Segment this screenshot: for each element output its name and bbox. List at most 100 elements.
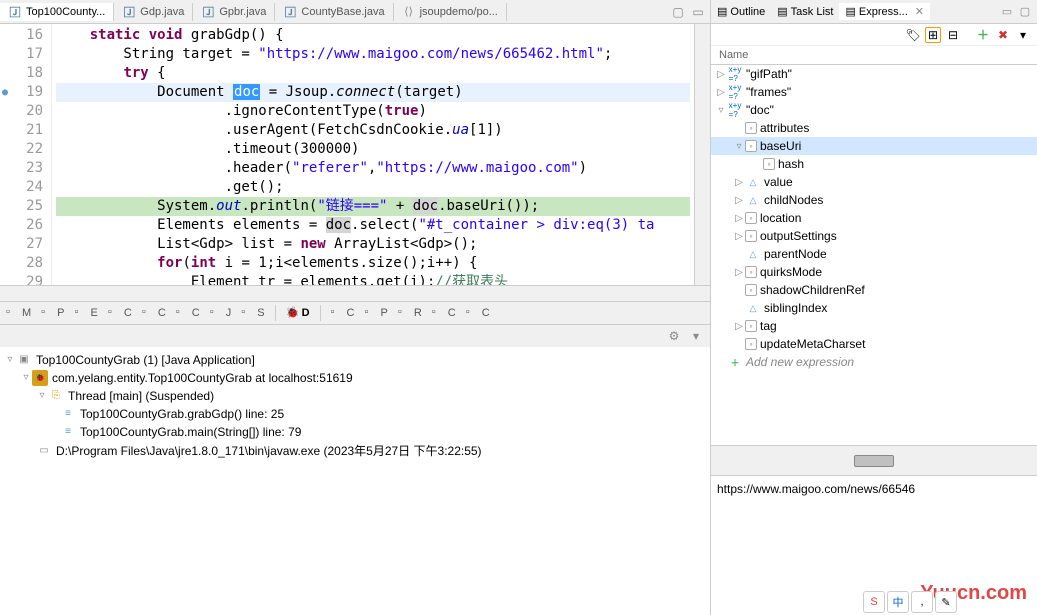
expression-item[interactable]: ▷◦quirksMode bbox=[711, 263, 1037, 281]
toolbar-button[interactable]: ▫C bbox=[331, 306, 355, 320]
twisty-icon[interactable] bbox=[733, 285, 745, 296]
collapse-all-icon[interactable]: ⊟ bbox=[945, 27, 961, 43]
line-number: 16 bbox=[2, 26, 43, 45]
twisty-icon[interactable] bbox=[733, 303, 745, 314]
add-expression-icon[interactable]: ＋ bbox=[975, 27, 991, 43]
editor-tab[interactable]: ⟨⟩jsoupdemo/po... bbox=[394, 3, 507, 21]
thread-icon: ⎘ bbox=[48, 388, 64, 404]
expression-item[interactable]: ▷◦outputSettings bbox=[711, 227, 1037, 245]
target-label: com.yelang.entity.Top100CountyGrab at lo… bbox=[52, 371, 353, 385]
expression-item[interactable]: ◦shadowChildrenRef bbox=[711, 281, 1037, 299]
show-logical-icon[interactable]: ⊞ bbox=[925, 27, 941, 43]
expression-item[interactable]: ▷x+y=?"frames" bbox=[711, 83, 1037, 101]
expression-item[interactable]: △parentNode bbox=[711, 245, 1037, 263]
expression-item[interactable]: ▿◦baseUri bbox=[711, 137, 1037, 155]
expression-label: siblingIndex bbox=[764, 301, 827, 315]
maximize-icon[interactable]: ▢ bbox=[1017, 4, 1033, 20]
twisty-icon[interactable]: ▷ bbox=[733, 231, 745, 242]
twisty-icon[interactable]: ▷ bbox=[715, 87, 727, 98]
expression-label: parentNode bbox=[764, 247, 827, 261]
twisty-icon[interactable]: ▷ bbox=[733, 213, 745, 224]
line-number: 24 bbox=[2, 178, 43, 197]
twisty-icon[interactable]: ▷ bbox=[733, 321, 745, 332]
expression-item[interactable]: ▷◦location bbox=[711, 209, 1037, 227]
debug-tool-2-icon[interactable]: ▾ bbox=[688, 328, 704, 344]
twisty-icon[interactable] bbox=[751, 159, 763, 170]
expression-item[interactable]: ▿x+y=?"doc" bbox=[711, 101, 1037, 119]
toolbar-button[interactable]: ▫S bbox=[241, 306, 264, 320]
line-number: 27 bbox=[2, 235, 43, 254]
twisty-icon[interactable] bbox=[733, 339, 745, 350]
view-tab-label: Outline bbox=[730, 6, 765, 18]
editor-tabs: 🄹Top100County...🄹Gdp.java🄹Gpbr.java🄹Coun… bbox=[0, 0, 710, 24]
toolbar-button[interactable]: ▫C bbox=[432, 306, 456, 320]
toolbar-button[interactable]: ▫P bbox=[41, 306, 64, 320]
editor-tab[interactable]: 🄹CountyBase.java bbox=[275, 3, 393, 21]
toolbar-button[interactable]: ▫J bbox=[210, 306, 232, 320]
maximize-icon[interactable]: ▢ bbox=[670, 4, 686, 20]
twisty-icon[interactable] bbox=[715, 357, 727, 368]
view-menu-icon[interactable]: ▾ bbox=[1015, 27, 1031, 43]
expressions-tree: ▷x+y=?"gifPath"▷x+y=?"frames"▿x+y=?"doc"… bbox=[711, 65, 1037, 445]
twisty-icon[interactable] bbox=[733, 249, 745, 260]
toolbar-button[interactable]: ▫P bbox=[364, 306, 387, 320]
expression-item[interactable]: ▷△childNodes bbox=[711, 191, 1037, 209]
line-number: 29 bbox=[2, 273, 43, 285]
line-number: 17 bbox=[2, 45, 43, 64]
debug-tool-1-icon[interactable]: ⚙ bbox=[666, 328, 682, 344]
toolbar-button[interactable]: ▫R bbox=[398, 306, 422, 320]
view-tab[interactable]: ▤Express...✕ bbox=[839, 3, 930, 20]
expression-label: childNodes bbox=[764, 193, 823, 207]
expression-item[interactable]: ◦updateMetaCharset bbox=[711, 335, 1037, 353]
close-icon[interactable]: ✕ bbox=[915, 5, 924, 18]
line-number: 25 bbox=[2, 197, 43, 216]
expression-item[interactable]: ▷◦tag bbox=[711, 317, 1037, 335]
twisty-icon[interactable]: ▷ bbox=[733, 177, 745, 188]
twisty-icon[interactable]: ▿ bbox=[20, 372, 32, 383]
editor-tab[interactable]: 🄹Gdp.java bbox=[114, 3, 193, 21]
toolbar-button[interactable]: ▫M bbox=[6, 306, 31, 320]
twisty-icon[interactable]: ▷ bbox=[733, 195, 745, 206]
expression-item[interactable]: ◦hash bbox=[711, 155, 1037, 173]
expression-item[interactable]: ▷x+y=?"gifPath" bbox=[711, 65, 1037, 83]
editor-tab[interactable]: 🄹Gpbr.java bbox=[193, 3, 275, 21]
twisty-icon[interactable] bbox=[733, 123, 745, 134]
toolbar-button[interactable]: ▫C bbox=[176, 306, 200, 320]
add-expression-row[interactable]: ＋Add new expression bbox=[711, 353, 1037, 371]
expression-item[interactable]: ▷△value bbox=[711, 173, 1037, 191]
twisty-icon[interactable]: ▿ bbox=[733, 141, 745, 152]
expression-item[interactable]: ◦attributes bbox=[711, 119, 1037, 137]
twisty-icon[interactable]: ▿ bbox=[715, 105, 727, 116]
vertical-scrollbar[interactable] bbox=[694, 24, 710, 285]
frame-label[interactable]: Top100CountyGrab.grabGdp() line: 25 bbox=[80, 407, 284, 421]
twisty-icon[interactable]: ▷ bbox=[715, 69, 727, 80]
editor-tab[interactable]: 🄹Top100County... bbox=[0, 3, 114, 21]
twisty-icon[interactable]: ▷ bbox=[733, 267, 745, 278]
expression-item[interactable]: △siblingIndex bbox=[711, 299, 1037, 317]
twisty-icon[interactable]: ▿ bbox=[4, 354, 16, 365]
view-tab[interactable]: ▤Outline bbox=[711, 3, 771, 20]
object-icon: △ bbox=[745, 193, 761, 207]
toolbar-button[interactable]: ▫C bbox=[466, 306, 490, 320]
line-number: 21 bbox=[2, 121, 43, 140]
toolbar-button[interactable]: ▫C bbox=[142, 306, 166, 320]
show-type-icon[interactable]: 🏷 bbox=[905, 27, 921, 43]
java-file-icon: 🄹 bbox=[201, 5, 215, 19]
debug-view[interactable]: ▿▣Top100CountyGrab (1) [Java Application… bbox=[0, 347, 710, 615]
expressions-scrollbar[interactable] bbox=[711, 445, 1037, 475]
toolbar-button[interactable]: ▫E bbox=[75, 306, 98, 320]
toolbar-button[interactable]: ▫C bbox=[108, 306, 132, 320]
remove-expression-icon[interactable]: ✖ bbox=[995, 27, 1011, 43]
horizontal-scrollbar[interactable] bbox=[0, 285, 710, 301]
code-editor: 161718●19202122232425262728293031 static… bbox=[0, 24, 710, 285]
toolbar-button[interactable]: 🐞D bbox=[286, 306, 310, 320]
view-tab[interactable]: ▤Task List bbox=[771, 3, 839, 20]
breakpoint-icon[interactable]: ● bbox=[2, 83, 8, 102]
minimize-icon[interactable]: ▭ bbox=[999, 4, 1015, 20]
minimize-icon[interactable]: ▭ bbox=[690, 4, 706, 20]
expression-label: "doc" bbox=[746, 103, 774, 117]
frame-label[interactable]: Top100CountyGrab.main(String[]) line: 79 bbox=[80, 425, 301, 439]
toolbar-icon: ▫ bbox=[432, 306, 446, 320]
twisty-icon[interactable]: ▿ bbox=[36, 390, 48, 401]
code-area[interactable]: static void grabGdp() { String target = … bbox=[52, 24, 694, 285]
